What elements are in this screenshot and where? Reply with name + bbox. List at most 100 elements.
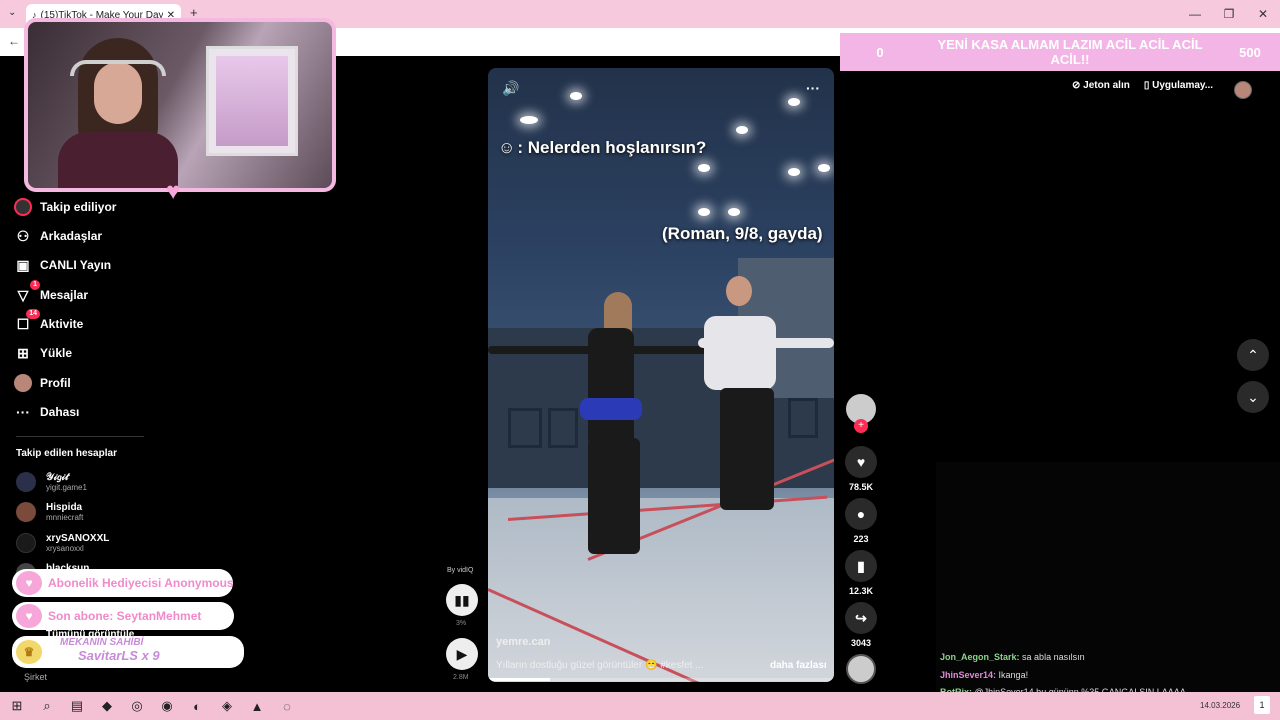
close-window-button[interactable]: ✕ <box>1246 0 1280 28</box>
donation-current: 0 <box>876 44 884 60</box>
followed-account[interactable]: 𝒴𝒾𝑔𝒾𝓉 yigit.game1 <box>16 467 87 497</box>
alert-last-sub: ♥ Son abone: SeytanMehmet <box>12 602 234 630</box>
followed-account[interactable]: Hispida mnniecraft <box>16 497 83 527</box>
chevron-down-icon: ⌄ <box>1247 388 1259 405</box>
app-icon[interactable]: ◈ <box>214 695 240 717</box>
sidebar-item-label: Profil <box>40 376 71 390</box>
header-actions: ⊘ Jeton alın ▯ Uygulamay... <box>1072 80 1213 91</box>
followed-account[interactable]: xrySANOXXL xrysanoxxl <box>16 528 109 558</box>
share-count: 3043 <box>850 638 872 648</box>
back-button[interactable]: ← <box>8 34 20 48</box>
account-handle: xrysanoxxl <box>46 544 84 553</box>
chat-message: Ikanga! <box>998 670 1029 680</box>
video-menu-icon[interactable]: ··· <box>806 80 820 96</box>
donation-target: 500 <box>1239 44 1261 60</box>
obs-icon[interactable]: ◐ <box>184 695 210 717</box>
user-avatar[interactable] <box>1234 81 1252 99</box>
upload-icon: ⊞ <box>17 344 29 361</box>
alert-text: Son abone: SeytanMehmet <box>48 609 202 623</box>
friends-icon: ⚇ <box>16 227 30 244</box>
chat-user: JhinSever14: <box>940 670 997 680</box>
notification-badge[interactable]: 1 <box>1254 696 1270 714</box>
windows-start-icon[interactable]: ⊞ <box>4 695 30 717</box>
stream-chat: Jon_Aegon_Stark: sa abla nasılsın JhinSe… <box>936 462 1280 697</box>
sidebar-item-label: Dahası <box>40 405 80 419</box>
discord-icon[interactable]: ◎ <box>124 695 150 717</box>
share-button[interactable]: ↪ 3043 <box>845 602 877 648</box>
get-app-button[interactable]: ▯ Uygulamay... <box>1144 80 1213 91</box>
next-video-button[interactable]: ⌄ <box>1237 381 1269 413</box>
crown-icon: ♛ <box>16 640 42 664</box>
activity-badge: 14 <box>26 309 40 319</box>
like-button[interactable]: ♥ 78.5K <box>845 446 877 492</box>
chair <box>548 408 578 448</box>
headset-icon <box>70 60 166 76</box>
play-button[interactable]: ▶ <box>446 638 478 670</box>
tab-list-chevron-icon[interactable]: ⌄ <box>8 7 16 18</box>
alert-vip: ♛ MEKANIN SAHİBİ SavitarLS x 9 <box>12 636 244 668</box>
heart-icon: ♥ <box>16 604 42 628</box>
sidebar-divider <box>16 436 144 437</box>
heart-icon: ♥ <box>16 571 42 595</box>
vidiq-stats-button[interactable]: ▮▮ <box>446 584 478 616</box>
company-link[interactable]: Şirket <box>24 672 47 682</box>
app-icon[interactable]: ◆ <box>94 695 120 717</box>
more-icon: ··· <box>16 404 30 420</box>
vidiq-views: 2.8M <box>453 674 469 681</box>
chat-message: sa abla nasılsın <box>1022 652 1085 662</box>
progress-track[interactable] <box>488 678 834 681</box>
video-player[interactable]: 🔊 ··· ☺ : Nelerden hoşlanırsın? (Roman, … <box>488 68 834 682</box>
chrome-icon[interactable]: ◉ <box>154 695 180 717</box>
more-link[interactable]: daha fazlası <box>770 660 827 671</box>
sidebar-item-messages[interactable]: ▽ 1 Mesajlar <box>14 280 88 308</box>
app-icon[interactable]: ◌ <box>274 695 300 717</box>
get-coins-label: Jeton alın <box>1083 80 1130 91</box>
sidebar-item-friends[interactable]: ⚇ Arkadaşlar <box>14 223 102 249</box>
sidebar-item-more[interactable]: ··· Dahası <box>14 399 79 425</box>
pc-case-window <box>216 56 288 146</box>
bookmark-count: 12.3K <box>848 586 874 596</box>
maximize-button[interactable]: ❐ <box>1212 0 1246 28</box>
sidebar-item-label: CANLI Yayın <box>40 258 112 272</box>
search-icon[interactable]: ⌕ <box>34 695 60 717</box>
dancer-right-legs <box>720 388 774 510</box>
avatar <box>16 533 36 553</box>
hip-scarf <box>580 398 642 420</box>
avatar <box>16 502 36 522</box>
sound-disc-icon[interactable] <box>846 654 876 684</box>
file-explorer-icon[interactable]: ▤ <box>64 695 90 717</box>
question-text: : Nelerden hoşlanırsın? <box>517 138 707 157</box>
sidebar-item-label: Yükle <box>40 346 73 360</box>
league-icon[interactable]: ▲ <box>244 695 270 717</box>
chat-line: Jon_Aegon_Stark: sa abla nasılsın <box>940 652 1085 662</box>
chair <box>788 398 818 438</box>
dance-floor <box>488 445 834 682</box>
follow-plus-icon[interactable]: + <box>854 419 868 433</box>
chat-line: JhinSever14: Ikanga! <box>940 670 1028 680</box>
video-author[interactable]: yemre.can <box>496 636 550 648</box>
chevron-up-icon: ⌃ <box>1247 346 1259 363</box>
vidiq-percent: 3% <box>456 620 467 627</box>
messages-badge: 1 <box>30 280 40 290</box>
vidiq-label: By vidIQ <box>447 567 474 574</box>
bookmark-button[interactable]: ▮ 12.3K <box>845 550 877 596</box>
dancer-left-legs <box>588 438 640 554</box>
sidebar-item-live[interactable]: ▣ CANLI Yayın <box>14 252 111 278</box>
avatar <box>16 472 36 492</box>
video-caption: Yılların dostluğu güzel görüntüler 😁 #ke… <box>496 660 704 671</box>
sidebar-item-profile[interactable]: Profil <box>14 370 71 396</box>
comment-button[interactable]: ● 223 <box>845 498 877 544</box>
sidebar-item-upload[interactable]: ⊞ Yükle <box>14 340 72 366</box>
get-coins-button[interactable]: ⊘ Jeton alın <box>1072 80 1130 91</box>
window-controls: — ❐ ✕ <box>1178 0 1280 28</box>
dancer-right-torso <box>704 316 776 390</box>
sidebar-item-following[interactable]: Takip ediliyor <box>14 194 116 220</box>
sidebar-item-label: Arkadaşlar <box>40 229 103 243</box>
sidebar-item-activity[interactable]: ☐ 14 Aktivite <box>14 309 84 337</box>
streamer-body <box>58 132 178 188</box>
sidebar-item-label: Aktivite <box>40 317 84 331</box>
comment-icon: ● <box>845 498 877 530</box>
previous-video-button[interactable]: ⌃ <box>1237 339 1269 371</box>
minimize-button[interactable]: — <box>1178 0 1212 28</box>
volume-icon[interactable]: 🔊 <box>502 80 519 97</box>
